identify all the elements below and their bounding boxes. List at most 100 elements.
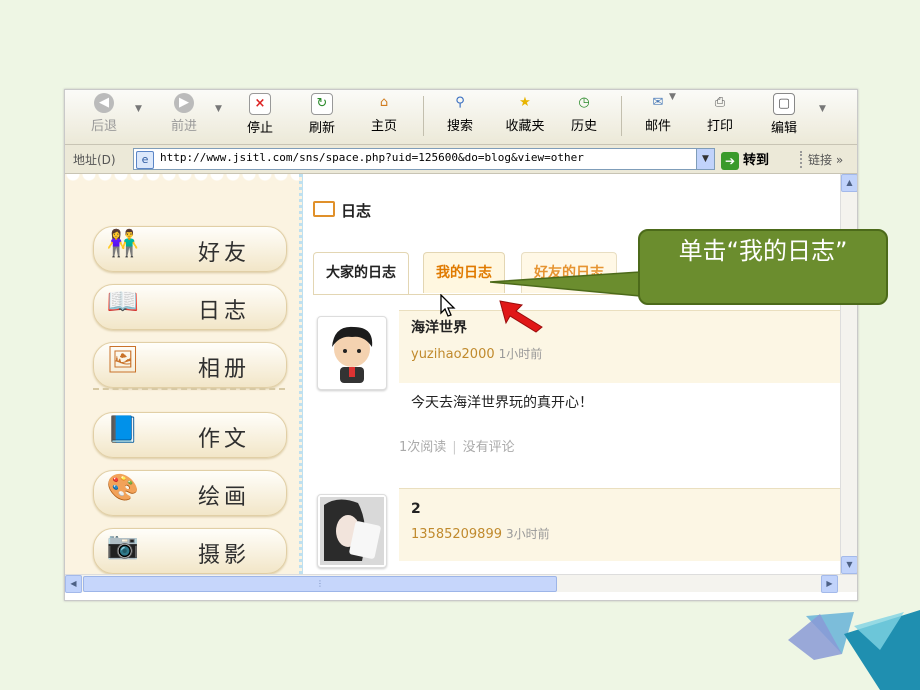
- sidebar-item-painting[interactable]: 🎨 绘画: [93, 470, 287, 516]
- search-label: 搜索: [446, 119, 473, 134]
- post-author-line: 13585209899 3小时前: [411, 525, 550, 542]
- page-title: 日志: [313, 200, 371, 221]
- print-button[interactable]: ⎙ 打印: [695, 93, 745, 139]
- sidebar-item-label: 相册: [198, 357, 251, 382]
- edit-label: 编辑: [770, 121, 797, 136]
- search-button[interactable]: ⚲ 搜索: [435, 93, 485, 139]
- post-author[interactable]: 13585209899: [411, 527, 502, 542]
- back-button[interactable]: ◀ 后退: [79, 93, 129, 139]
- forward-dropdown-icon[interactable]: ▼: [215, 104, 222, 114]
- mouse-cursor-icon: [440, 294, 456, 317]
- post-author[interactable]: yuzihao2000: [411, 347, 495, 362]
- scroll-right-icon[interactable]: ▶: [821, 575, 838, 593]
- post-time: 1小时前: [498, 347, 543, 361]
- url-dropdown-icon[interactable]: ▼: [696, 149, 714, 169]
- sidebar-item-label: 好友: [198, 241, 251, 266]
- post-body: 今天去海洋世界玩的真开心！: [411, 395, 593, 411]
- sidebar-item-album[interactable]: 🖼 相册: [93, 342, 287, 388]
- scroll-down-icon[interactable]: ▼: [841, 556, 857, 574]
- post-header: 2 13585209899 3小时前: [399, 488, 841, 561]
- post-header: 海洋世界 yuzihao2000 1小时前: [399, 310, 841, 383]
- home-button[interactable]: ⌂ 主页: [359, 93, 409, 139]
- page-title-text: 日志: [341, 202, 372, 220]
- sidebar-item-label: 作文: [198, 427, 251, 452]
- sidebar-item-diary[interactable]: 📖 日志: [93, 284, 287, 330]
- stop-button[interactable]: × 停止: [235, 93, 285, 139]
- address-bar: 地址(D) e http://www.jsitl.com/sns/space.p…: [65, 145, 857, 174]
- sidebar-divider: [93, 388, 285, 390]
- forward-label: 前进: [170, 119, 197, 134]
- post-title[interactable]: 海洋世界: [411, 317, 467, 337]
- book-icon: [313, 201, 335, 217]
- page-icon: e: [136, 151, 154, 169]
- post-comments[interactable]: 没有评论: [463, 440, 515, 455]
- stop-label: 停止: [246, 121, 273, 136]
- avatar-boy-icon: [332, 326, 373, 383]
- favorites-button[interactable]: ★ 收藏夹: [497, 93, 553, 139]
- back-dropdown-icon[interactable]: ▼: [135, 104, 142, 114]
- tab-everyone[interactable]: 大家的日志: [313, 252, 409, 294]
- forward-button[interactable]: ▶ 前进: [159, 93, 209, 139]
- horizontal-scrollbar[interactable]: ◀ ⋮ ▶: [65, 574, 857, 593]
- scroll-left-icon[interactable]: ◀: [65, 575, 82, 593]
- go-arrow-icon: ➔: [721, 151, 739, 170]
- post-time: 3小时前: [505, 527, 550, 541]
- mail-dropdown-icon[interactable]: ▼: [669, 92, 676, 102]
- links-label: 链接: [808, 153, 833, 167]
- sidebar-item-composition[interactable]: 📘 作文: [93, 412, 287, 458]
- red-pointer-arrow-icon: [499, 300, 543, 333]
- mail-icon: ✉: [652, 95, 664, 110]
- composition-icon: 📘: [106, 415, 140, 445]
- history-button[interactable]: ◷ 历史: [559, 93, 609, 139]
- callout-box: 单击“我的日志”: [638, 229, 888, 305]
- back-label: 后退: [90, 119, 117, 134]
- friends-icon: 👫: [106, 229, 140, 259]
- toolbar-divider: [423, 96, 424, 136]
- sidebar: 👫 好友 📖 日志 🖼 相册 📘 作文 🎨 绘画 📷 摄影: [65, 174, 302, 574]
- favorites-label: 收藏夹: [505, 119, 545, 134]
- edit-dropdown-icon[interactable]: ▼: [819, 104, 826, 114]
- sidebar-item-label: 绘画: [198, 485, 251, 510]
- avatar[interactable]: [317, 494, 387, 568]
- sidebar-item-photography[interactable]: 📷 摄影: [93, 528, 287, 574]
- camera-icon: 📷: [106, 531, 140, 561]
- history-icon: ◷: [578, 95, 590, 110]
- decorative-corner-shapes: [788, 610, 920, 690]
- sidebar-item-friends[interactable]: 👫 好友: [93, 226, 287, 272]
- go-button[interactable]: ➔ 转到: [721, 149, 769, 170]
- browser-toolbar: ◀ 后退 ▼ ▶ 前进 ▼ × 停止 ↻ 刷新 ⌂ 主页 ⚲ 搜索 ★ 收藏夹: [65, 90, 857, 145]
- mail-label: 邮件: [644, 119, 671, 134]
- edit-icon: ▢: [773, 93, 795, 115]
- edit-button[interactable]: ▢ 编辑: [759, 93, 809, 139]
- refresh-label: 刷新: [308, 121, 335, 136]
- stop-icon: ×: [249, 93, 271, 115]
- diary-icon: 📖: [106, 287, 140, 317]
- scroll-up-icon[interactable]: ▲: [841, 174, 857, 192]
- post-read-count: 1次阅读: [399, 440, 447, 455]
- avatar[interactable]: [317, 316, 387, 390]
- forward-arrow-icon: ▶: [174, 93, 194, 113]
- go-label: 转到: [743, 153, 770, 168]
- sidebar-item-label: 日志: [198, 299, 251, 324]
- back-arrow-icon: ◀: [94, 93, 114, 113]
- url-input[interactable]: e http://www.jsitl.com/sns/space.php?uid…: [133, 148, 715, 170]
- refresh-button[interactable]: ↻ 刷新: [297, 93, 347, 139]
- address-label: 地址(D): [73, 153, 116, 167]
- star-icon: ★: [519, 95, 531, 110]
- home-label: 主页: [370, 119, 397, 134]
- search-icon: ⚲: [455, 95, 465, 110]
- print-label: 打印: [706, 119, 733, 134]
- browser-screenshot: ◀ 后退 ▼ ▶ 前进 ▼ × 停止 ↻ 刷新 ⌂ 主页 ⚲ 搜索 ★ 收藏夹: [64, 89, 858, 601]
- avatar-photo-icon: [320, 497, 384, 565]
- post-title[interactable]: 2: [411, 501, 421, 517]
- painting-icon: 🎨: [106, 473, 140, 503]
- sidebar-item-label: 摄影: [198, 543, 251, 568]
- links-button[interactable]: 链接 »: [800, 151, 843, 168]
- printer-icon: ⎙: [714, 95, 726, 110]
- horizontal-scroll-thumb[interactable]: ⋮: [83, 576, 557, 592]
- url-text: http://www.jsitl.com/sns/space.php?uid=1…: [160, 151, 584, 164]
- home-icon: ⌂: [379, 95, 389, 110]
- callout-pointer: [490, 271, 641, 297]
- toolbar-divider: [621, 96, 622, 136]
- callout-text: 单击“我的日志”: [678, 237, 848, 265]
